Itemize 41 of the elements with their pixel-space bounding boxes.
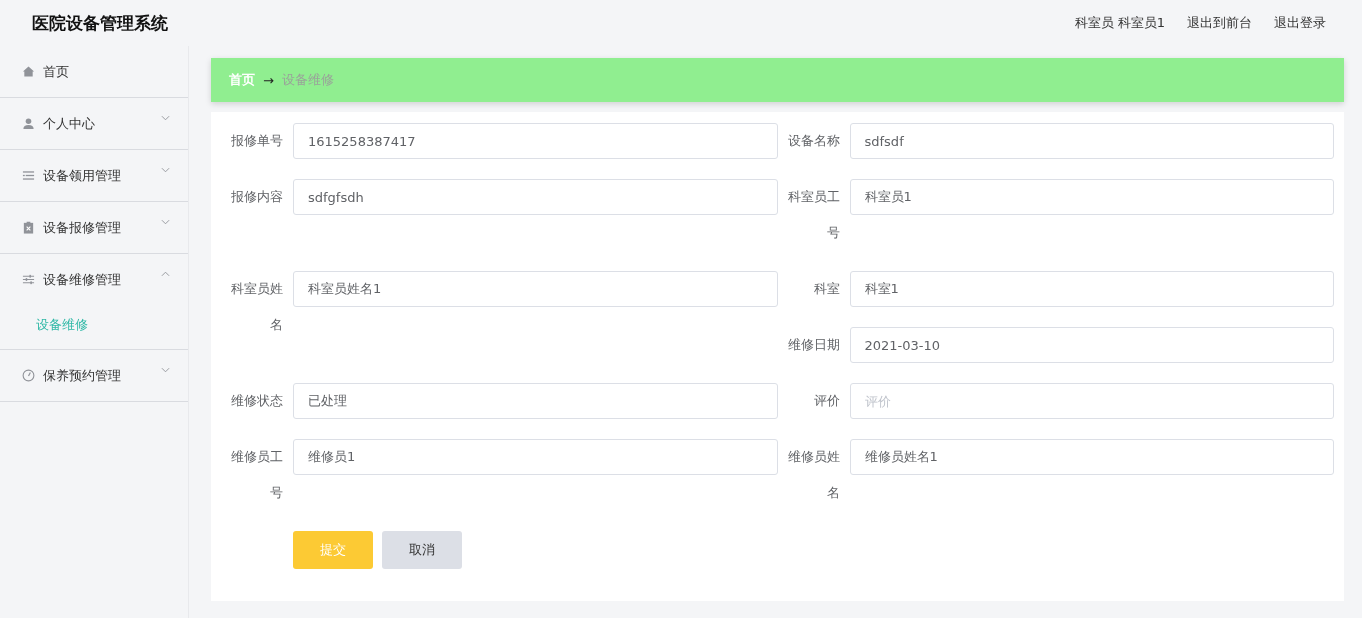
app-title: 医院设备管理系统 (32, 11, 168, 35)
field-label: 维修员姓名 (786, 448, 841, 502)
cancel-button[interactable]: 取消 (382, 531, 462, 569)
input-field[interactable]: sdfgfsdh (293, 179, 778, 215)
user-info: 科室员 科室员1 (1074, 14, 1165, 32)
menu-item[interactable]: 个人中心 (0, 98, 188, 149)
home-icon (22, 65, 35, 78)
field-label: 评价 (812, 392, 841, 410)
field-label: 维修状态 (230, 392, 284, 410)
field-label: 报修单号 (230, 132, 284, 150)
breadcrumb-separator: → (263, 72, 274, 88)
header-link[interactable]: 退出到前台 (1187, 14, 1252, 32)
menu-item[interactable]: 首页 (0, 46, 188, 97)
field-label: 科室员姓名 (230, 280, 284, 334)
field-label: 维修员工号 (230, 448, 284, 502)
input-field[interactable]: 科室员姓名1 (293, 271, 778, 307)
user-icon (22, 117, 35, 130)
field-label: 维修日期 (786, 336, 841, 354)
input-field[interactable]: 维修员1 (293, 439, 778, 475)
input-field[interactable]: 已处理 (293, 383, 778, 419)
input-field[interactable]: 评价 (849, 383, 1334, 419)
input-field[interactable]: 科室1 (849, 271, 1334, 307)
input-field[interactable]: 科室员1 (849, 179, 1334, 215)
input-field[interactable]: 2021-03-10 (849, 327, 1334, 363)
field-label: 设备名称 (786, 132, 841, 150)
menu-item[interactable]: 保养预约管理 (0, 350, 188, 401)
field-label: 报修内容 (230, 188, 284, 206)
menu-item[interactable]: 设备维修管理 (0, 254, 188, 305)
input-field[interactable]: sdfsdf (849, 123, 1334, 159)
gauge-icon (22, 369, 35, 382)
field-label: 科室员工号 (786, 188, 841, 242)
list-icon (22, 169, 35, 182)
field-label: 科室 (812, 280, 841, 298)
sliders-icon (22, 273, 35, 286)
clipboard-icon (22, 221, 35, 234)
input-field[interactable]: 1615258387417 (293, 123, 778, 159)
menu-item[interactable]: 设备报修管理 (0, 202, 188, 253)
breadcrumb-current: 设备维修 (281, 71, 334, 89)
menu-item[interactable]: 设备领用管理 (0, 150, 188, 201)
input-field[interactable]: 维修员姓名1 (849, 439, 1334, 475)
header-link[interactable]: 退出登录 (1274, 14, 1326, 32)
